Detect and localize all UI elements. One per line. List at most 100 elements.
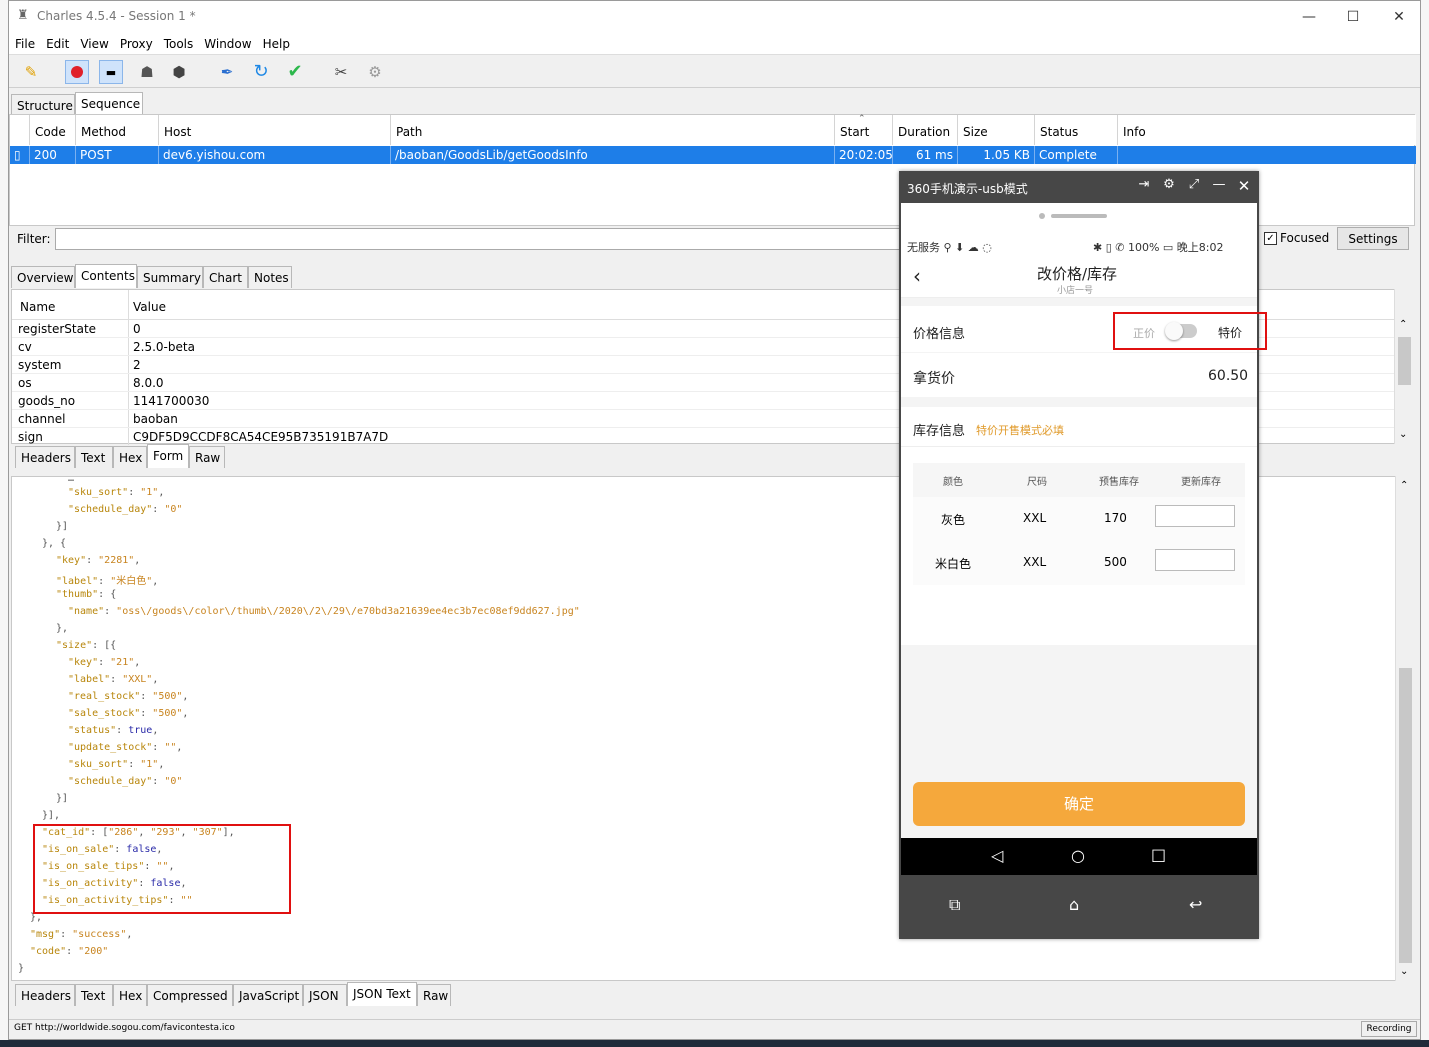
json-line: "schedule_day": "0" bbox=[68, 776, 183, 787]
table-row[interactable]: ▯ 200 POST dev6.yishou.com /baoban/Goods… bbox=[10, 146, 1416, 164]
throttle-icon[interactable]: ▬ bbox=[99, 60, 123, 84]
stock-color: 米白色 bbox=[935, 557, 972, 571]
menu-view[interactable]: View bbox=[74, 33, 113, 51]
json-line: "update_stock": "", bbox=[68, 742, 183, 753]
home-icon[interactable]: ⌂ bbox=[1069, 895, 1079, 914]
col-size[interactable]: Size bbox=[958, 115, 1035, 145]
turtle-icon[interactable]: ☗ bbox=[135, 60, 159, 84]
cell-start: 20:02:05 bbox=[835, 146, 893, 164]
tab-req-hex[interactable]: Hex bbox=[113, 446, 147, 468]
form-value: 1141700030 bbox=[133, 394, 210, 408]
android-nav-bar: ◁ ○ □ bbox=[901, 838, 1257, 875]
return-icon[interactable]: ↩ bbox=[1189, 895, 1202, 914]
nav-home-icon[interactable]: ○ bbox=[1071, 846, 1085, 865]
settings-gear-icon[interactable]: ⚙ bbox=[363, 60, 387, 84]
close-button[interactable]: ✕ bbox=[1389, 7, 1409, 27]
settings-button[interactable]: Settings bbox=[1337, 227, 1409, 250]
phone-minimize-icon[interactable]: — bbox=[1210, 177, 1228, 192]
tab-overview[interactable]: Overview bbox=[11, 266, 75, 288]
tab-req-raw[interactable]: Raw bbox=[189, 446, 225, 468]
scroll-up-icon[interactable]: ⌃ bbox=[1400, 480, 1408, 491]
col-path[interactable]: Path bbox=[391, 115, 835, 145]
tab-sequence[interactable]: Sequence bbox=[75, 92, 143, 116]
menu-proxy[interactable]: Proxy bbox=[114, 33, 158, 51]
check-icon[interactable]: ✔ bbox=[283, 60, 307, 84]
stock-hint: 特价开售模式必填 bbox=[976, 424, 1064, 437]
tab-res-hex[interactable]: Hex bbox=[113, 984, 147, 1006]
form-value: baoban bbox=[133, 412, 178, 426]
tab-req-text[interactable]: Text bbox=[75, 446, 113, 468]
tab-res-compressed[interactable]: Compressed bbox=[147, 984, 233, 1006]
focused-checkbox[interactable]: ✓ bbox=[1264, 232, 1277, 245]
form-scrollbar[interactable]: ⌃ ⌄ bbox=[1394, 289, 1414, 444]
confirm-button[interactable]: 确定 bbox=[913, 782, 1245, 826]
update-stock-input[interactable] bbox=[1155, 505, 1235, 527]
json-line: "sku_sort": "1", bbox=[68, 487, 165, 498]
scroll-up-icon[interactable]: ⌃ bbox=[1399, 319, 1407, 330]
tab-summary[interactable]: Summary bbox=[137, 266, 203, 288]
phone-settings-icon[interactable]: ⚙ bbox=[1160, 177, 1178, 192]
tab-req-headers[interactable]: Headers bbox=[15, 446, 75, 468]
col-icon bbox=[10, 115, 30, 145]
scroll-down-icon[interactable]: ⌄ bbox=[1399, 429, 1407, 440]
tab-res-json-text[interactable]: JSON Text bbox=[347, 982, 417, 1006]
json-line: "sale_stock": "500", bbox=[68, 708, 189, 719]
purchase-price-row: 拿货价 60.50 bbox=[901, 353, 1257, 397]
menu-tools[interactable]: Tools bbox=[158, 33, 199, 51]
tools-icon[interactable]: ✂ bbox=[329, 60, 353, 84]
multitask-icon[interactable]: ⧉ bbox=[949, 895, 960, 915]
maximize-button[interactable]: ☐ bbox=[1343, 7, 1363, 27]
nav-recents-icon[interactable]: □ bbox=[1151, 845, 1166, 864]
stock-header-color: 颜色 bbox=[943, 477, 963, 488]
tab-contents[interactable]: Contents bbox=[75, 264, 137, 288]
tab-res-raw[interactable]: Raw bbox=[417, 984, 451, 1006]
scroll-thumb[interactable] bbox=[1399, 668, 1412, 963]
minimize-button[interactable]: — bbox=[1299, 7, 1319, 27]
col-duration[interactable]: Duration bbox=[893, 115, 958, 145]
menu-file[interactable]: File bbox=[9, 33, 40, 51]
status-bar: GET http://worldwide.sogou.com/faviconte… bbox=[9, 1019, 1420, 1039]
json-scrollbar[interactable]: ⌃ ⌄ bbox=[1395, 476, 1415, 981]
tab-chart[interactable]: Chart bbox=[203, 266, 248, 288]
nav-back-icon[interactable]: ◁ bbox=[991, 846, 1003, 865]
record-button[interactable] bbox=[65, 60, 89, 84]
phone-status-left: 无服务 ⚲ ⬇ ☁ ◌ bbox=[907, 241, 992, 254]
json-line: "schedule_day": "0" bbox=[68, 504, 183, 515]
tab-res-text[interactable]: Text bbox=[75, 984, 113, 1006]
col-host[interactable]: Host bbox=[159, 115, 391, 145]
phone-close-icon[interactable]: ✕ bbox=[1235, 177, 1253, 195]
tab-res-headers[interactable]: Headers bbox=[15, 984, 75, 1006]
filter-input[interactable] bbox=[55, 228, 905, 250]
scroll-down-icon[interactable]: ⌄ bbox=[1400, 966, 1408, 977]
tab-req-form[interactable]: Form bbox=[147, 444, 189, 468]
tab-notes[interactable]: Notes bbox=[248, 266, 292, 288]
title-bar: ♜ Charles 4.5.4 - Session 1 * — ☐ ✕ bbox=[9, 1, 1420, 33]
pen-icon[interactable]: ✒ bbox=[215, 60, 239, 84]
fullscreen-icon[interactable]: ⤢ bbox=[1185, 177, 1203, 192]
phone-page-subtitle: 小店一号 bbox=[1057, 286, 1094, 296]
json-line: }, { bbox=[42, 538, 67, 549]
pin-icon[interactable]: ⇥ bbox=[1135, 177, 1153, 192]
recording-indicator[interactable]: Recording bbox=[1361, 1021, 1417, 1037]
scroll-thumb[interactable] bbox=[1398, 337, 1411, 385]
json-line: }], bbox=[42, 810, 61, 821]
broom-icon[interactable]: ✎ bbox=[19, 60, 43, 84]
tab-res-json[interactable]: JSON bbox=[303, 984, 347, 1006]
stop-icon[interactable]: ⬢ bbox=[167, 60, 191, 84]
mirror-control-bar: ⧉ ⌂ ↩ bbox=[901, 875, 1257, 937]
menu-help[interactable]: Help bbox=[257, 33, 295, 51]
tab-structure[interactable]: Structure bbox=[11, 94, 75, 116]
col-method[interactable]: Method bbox=[76, 115, 159, 145]
menu-window[interactable]: Window bbox=[198, 33, 256, 51]
menu-edit[interactable]: Edit bbox=[40, 33, 74, 51]
form-key: system bbox=[18, 358, 62, 372]
col-status[interactable]: Status bbox=[1035, 115, 1118, 145]
phone-status-bar: 无服务 ⚲ ⬇ ☁ ◌ ✱ ▯ ✆ 100% ▭ 晚上8:02 bbox=[901, 234, 1257, 256]
refresh-icon[interactable]: ↻ bbox=[249, 60, 273, 84]
col-code[interactable]: Code bbox=[30, 115, 76, 145]
back-icon[interactable]: ‹ bbox=[913, 264, 921, 288]
tab-res-javascript[interactable]: JavaScript bbox=[233, 984, 303, 1006]
json-line: "label": "米白色", bbox=[56, 576, 159, 587]
col-info[interactable]: Info bbox=[1118, 115, 1416, 145]
update-stock-input[interactable] bbox=[1155, 549, 1235, 571]
